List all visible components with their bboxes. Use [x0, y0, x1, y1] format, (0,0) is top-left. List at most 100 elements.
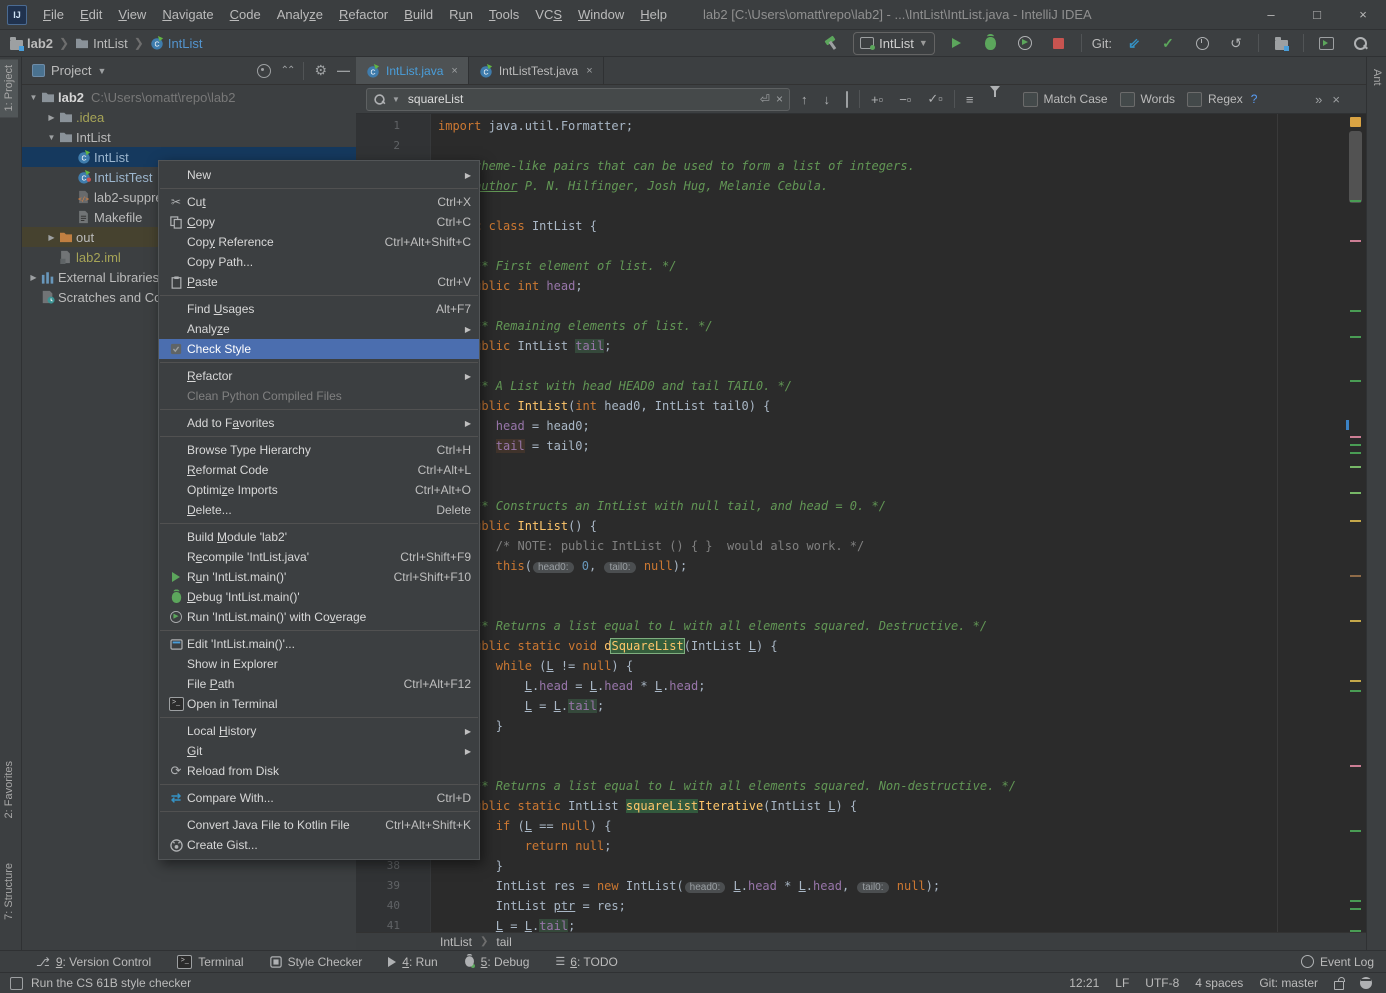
stripe-mark[interactable]: [1350, 444, 1361, 446]
menu-build[interactable]: Build: [396, 0, 441, 30]
context-menu-item-delete[interactable]: Delete...Delete: [159, 500, 479, 520]
close-find-bar-icon[interactable]: ×: [1332, 92, 1340, 107]
menu-analyze[interactable]: Analyze: [269, 0, 331, 30]
maximize-button[interactable]: □: [1294, 0, 1340, 29]
close-tab-icon[interactable]: ×: [451, 65, 457, 77]
context-menu-item-git[interactable]: Git▶: [159, 741, 479, 761]
context-menu-item-add-to-favorites[interactable]: Add to Favorites▶: [159, 413, 479, 433]
context-menu-item-copy-reference[interactable]: Copy ReferenceCtrl+Alt+Shift+C: [159, 232, 479, 252]
context-menu-item-paste[interactable]: PasteCtrl+V: [159, 272, 479, 292]
hector-inspector-icon[interactable]: [1360, 977, 1372, 989]
stripe-mark[interactable]: [1350, 900, 1361, 902]
context-menu-item-create-gist[interactable]: Create Gist...: [159, 835, 479, 855]
menu-window[interactable]: Window: [570, 0, 632, 30]
file-encoding[interactable]: UTF-8: [1145, 976, 1179, 990]
line-number[interactable]: 2: [356, 136, 430, 156]
tree-expand-arrow[interactable]: ▶: [46, 233, 57, 242]
tree-expand-arrow[interactable]: ▶: [28, 273, 39, 282]
search-everywhere-button[interactable]: [1348, 32, 1372, 54]
context-menu-item-new[interactable]: New▶: [159, 165, 479, 185]
scrollbar-thumb[interactable]: [1349, 131, 1362, 203]
stripe-mark[interactable]: [1350, 690, 1361, 692]
context-menu-item-reload-from-disk[interactable]: ⟳Reload from Disk: [159, 761, 479, 781]
tool-window-button-4-run[interactable]: 4: Run: [388, 955, 437, 969]
context-menu-item-analyze[interactable]: Analyze▶: [159, 319, 479, 339]
git-branch[interactable]: Git: master: [1259, 976, 1318, 990]
context-menu-item-build-module-lab2[interactable]: Build Module 'lab2': [159, 527, 479, 547]
close-tab-icon[interactable]: ×: [586, 65, 592, 77]
tool-button-structure[interactable]: 7: Structure: [0, 857, 18, 926]
menu-navigate[interactable]: Navigate: [154, 0, 221, 30]
menu-refactor[interactable]: Refactor: [331, 0, 396, 30]
context-menu-item-browse-type-hierarchy[interactable]: Browse Type HierarchyCtrl+H: [159, 440, 479, 460]
checkbox-icon[interactable]: [1187, 92, 1202, 107]
menu-tools[interactable]: Tools: [481, 0, 527, 30]
line-number[interactable]: 1: [356, 116, 430, 136]
menu-help[interactable]: Help: [632, 0, 675, 30]
context-menu-item-copy[interactable]: CopyCtrl+C: [159, 212, 479, 232]
caret-position[interactable]: 12:21: [1069, 976, 1099, 990]
context-menu-item-run-intlist-main[interactable]: Run 'IntList.main()'Ctrl+Shift+F10: [159, 567, 479, 587]
context-menu-item-find-usages[interactable]: Find UsagesAlt+F7: [159, 299, 479, 319]
stripe-mark[interactable]: [1346, 420, 1349, 430]
editor-breadcrumb-item-tail[interactable]: tail: [496, 935, 511, 949]
context-menu-item-debug-intlist-main[interactable]: Debug 'IntList.main()': [159, 587, 479, 607]
context-menu-item-reformat-code[interactable]: Reformat CodeCtrl+Alt+L: [159, 460, 479, 480]
menu-view[interactable]: View: [110, 0, 154, 30]
editor-breadcrumb-item-intlist[interactable]: IntList: [440, 935, 472, 949]
tool-window-button-9-version-control[interactable]: ⎇9: Version Control: [36, 955, 151, 969]
build-hammer-icon[interactable]: [819, 32, 843, 54]
option-regex[interactable]: Regex?: [1187, 92, 1257, 107]
tool-window-button-event-log[interactable]: Event Log: [1301, 955, 1374, 969]
line-separator[interactable]: LF: [1115, 976, 1129, 990]
line-number[interactable]: 39: [356, 876, 430, 896]
context-menu-item-recompile-intlist-java[interactable]: Recompile 'IntList.java'Ctrl+Shift+F9: [159, 547, 479, 567]
error-stripe[interactable]: [1346, 114, 1366, 932]
gear-icon[interactable]: ⚙: [314, 62, 327, 79]
menu-code[interactable]: Code: [222, 0, 269, 30]
filter-icon[interactable]: [985, 90, 1005, 109]
tool-window-button-6-todo[interactable]: ☰6: TODO: [555, 955, 617, 969]
tree-item-idea[interactable]: ▶.idea: [22, 107, 356, 127]
context-menu-item-optimize-imports[interactable]: Optimize ImportsCtrl+Alt+O: [159, 480, 479, 500]
context-menu-item-convert-java-file-to-kotlin-file[interactable]: Convert Java File to Kotlin FileCtrl+Alt…: [159, 815, 479, 835]
context-menu-item-edit-intlist-main[interactable]: Edit 'IntList.main()'...: [159, 634, 479, 654]
context-menu-item-file-path[interactable]: File PathCtrl+Alt+F12: [159, 674, 479, 694]
search-history-caret-icon[interactable]: ▼: [392, 95, 400, 104]
debug-button[interactable]: [979, 32, 1003, 54]
run-button[interactable]: [945, 32, 969, 54]
line-number[interactable]: 40: [356, 896, 430, 916]
search-input[interactable]: [406, 91, 754, 107]
search-field[interactable]: ▼ ⏎ ×: [366, 88, 790, 111]
tool-button-ant[interactable]: Ant: [1368, 61, 1386, 94]
context-menu-item-refactor[interactable]: Refactor▶: [159, 366, 479, 386]
stop-button[interactable]: [1047, 32, 1071, 54]
tab-intlist-java[interactable]: CIntList.java×: [356, 57, 469, 84]
option-match-case[interactable]: Match Case: [1023, 92, 1108, 107]
breadcrumb-item-lab2-0[interactable]: lab2: [10, 36, 53, 51]
project-structure-button[interactable]: [1269, 32, 1293, 54]
context-menu-item-local-history[interactable]: Local History▶: [159, 721, 479, 741]
checkbox-icon[interactable]: [1023, 92, 1038, 107]
tool-button-favorites[interactable]: 2: Favorites: [0, 755, 18, 824]
tool-button-project[interactable]: 1: Project: [0, 59, 18, 117]
stripe-mark[interactable]: [1350, 575, 1361, 577]
stripe-mark[interactable]: [1350, 452, 1361, 454]
stripe-mark[interactable]: [1350, 620, 1361, 622]
stripe-mark[interactable]: [1350, 765, 1361, 767]
git-commit-button[interactable]: ✓: [1156, 32, 1180, 54]
clear-search-icon[interactable]: ×: [776, 92, 783, 106]
context-menu-item-show-in-explorer[interactable]: Show in Explorer: [159, 654, 479, 674]
stripe-mark[interactable]: [1350, 240, 1361, 242]
history-clock-button[interactable]: [1190, 32, 1214, 54]
project-view-select[interactable]: Project ▼: [32, 63, 106, 78]
stripe-mark[interactable]: [1350, 492, 1361, 494]
prev-occurrence-icon[interactable]: ↑: [796, 90, 813, 109]
stripe-mark[interactable]: [1350, 520, 1361, 522]
stripe-mark[interactable]: [1350, 436, 1361, 438]
tool-window-button-terminal[interactable]: >_Terminal: [177, 955, 243, 969]
tab-intlisttest-java[interactable]: CIntListTest.java×: [469, 57, 604, 84]
line-number[interactable]: 41: [356, 916, 430, 932]
tree-expand-arrow[interactable]: ▼: [28, 93, 39, 102]
stripe-mark[interactable]: [1350, 336, 1361, 338]
